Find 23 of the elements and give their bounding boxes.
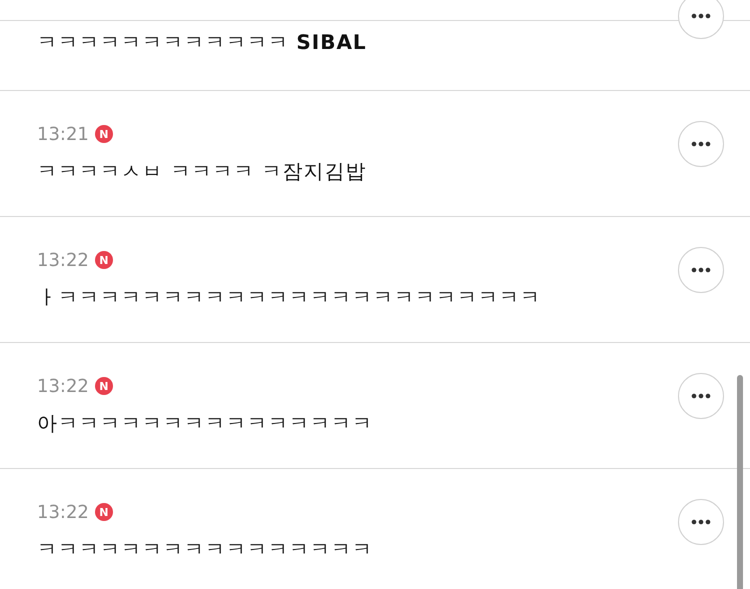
more-icon	[691, 519, 711, 525]
new-badge: N	[94, 125, 113, 143]
more-icon	[691, 13, 711, 19]
comment-text: ㅋㅋㅋㅋㅋㅋㅋㅋㅋㅋㅋㅋㅋㅋㅋㅋ	[37, 536, 373, 563]
more-button[interactable]	[678, 0, 724, 39]
new-badge: N	[94, 377, 113, 395]
more-icon	[691, 267, 711, 273]
comment-time: 13:22	[37, 250, 89, 270]
more-icon	[691, 141, 711, 147]
more-button[interactable]	[678, 373, 724, 419]
comment-time: 13:21	[37, 124, 89, 144]
more-button[interactable]	[678, 247, 724, 293]
comment-time: 13:22	[37, 376, 89, 396]
new-badge: N	[94, 251, 113, 269]
more-icon	[691, 393, 711, 399]
new-badge: N	[94, 503, 113, 521]
more-button[interactable]	[678, 499, 724, 545]
comment-text: ㅋㅋㅋㅋㅋㅋㅋㅋㅋㅋㅋㅋ SIBAL	[37, 29, 367, 56]
comment-time: 13:22	[37, 502, 89, 522]
comment-text: ㅋㅋㅋㅋㅅㅂ ㅋㅋㅋㅋ ㅋ잠지김밥	[37, 158, 367, 185]
more-button[interactable]	[678, 121, 724, 167]
comment-text: 아ㅋㅋㅋㅋㅋㅋㅋㅋㅋㅋㅋㅋㅋㅋㅋ	[37, 410, 373, 437]
comment-text: ㅏㅋㅋㅋㅋㅋㅋㅋㅋㅋㅋㅋㅋㅋㅋㅋㅋㅋㅋㅋㅋㅋㅋㅋ	[37, 284, 541, 311]
